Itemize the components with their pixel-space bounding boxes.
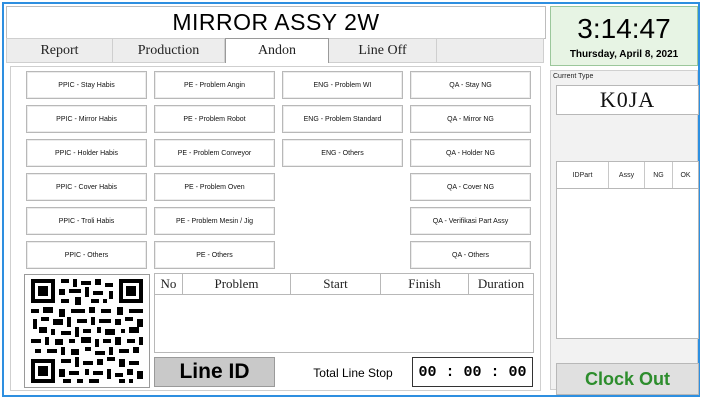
andon-button-ppic-others[interactable]: PPIC - Others xyxy=(26,241,147,269)
parts-table-header: IDPart Assy NG OK xyxy=(557,162,698,189)
current-type-value: K0JA xyxy=(556,85,699,115)
andon-button-ppic-cover[interactable]: PPIC - Cover Habis xyxy=(26,173,147,201)
andon-button-eng-others[interactable]: ENG - Others xyxy=(282,139,403,167)
qr-code xyxy=(24,274,150,388)
andon-button-qa-holder[interactable]: QA - Holder NG xyxy=(410,139,531,167)
andon-button-eng-standard[interactable]: ENG - Problem Standard xyxy=(282,105,403,133)
column-header-idpart[interactable]: IDPart xyxy=(557,162,609,188)
clock-time: 3:14:47 xyxy=(577,13,671,44)
column-header-start[interactable]: Start xyxy=(291,274,381,294)
tab-andon[interactable]: Andon xyxy=(225,38,329,63)
andon-button-qa-others[interactable]: QA - Others xyxy=(410,241,531,269)
parts-table: IDPart Assy NG OK xyxy=(556,161,699,339)
andon-button-pe-angin[interactable]: PE - Problem Angin xyxy=(154,71,275,99)
clock-date: Thursday, April 8, 2021 xyxy=(569,49,679,60)
current-type-label: Current Type xyxy=(553,73,594,80)
column-header-problem[interactable]: Problem xyxy=(183,274,291,294)
total-line-stop-label: Total Line Stop xyxy=(313,366,393,380)
page-title: MIRROR ASSY 2W xyxy=(6,6,546,39)
tab-bar: Report Production Andon Line Off xyxy=(6,38,544,63)
andon-button-qa-stay[interactable]: QA - Stay NG xyxy=(410,71,531,99)
total-line-stop-timer: 00 : 00 : 00 xyxy=(412,357,533,387)
andon-button-qa-verifikasi[interactable]: QA - Verifikasi Part Assy xyxy=(410,207,531,235)
tab-production[interactable]: Production xyxy=(113,39,225,62)
andon-button-pe-oven[interactable]: PE - Problem Oven xyxy=(154,173,275,201)
andon-button-eng-wi[interactable]: ENG - Problem WI xyxy=(282,71,403,99)
andon-button-ppic-holder[interactable]: PPIC - Holder Habis xyxy=(26,139,147,167)
tab-report[interactable]: Report xyxy=(7,39,113,62)
column-header-duration[interactable]: Duration xyxy=(469,274,533,294)
andon-button-qa-cover[interactable]: QA - Cover NG xyxy=(410,173,531,201)
column-header-no[interactable]: No xyxy=(155,274,183,294)
clock-out-button[interactable]: Clock Out xyxy=(556,363,699,395)
line-id-button[interactable]: Line ID xyxy=(154,357,275,387)
problem-table: No Problem Start Finish Duration xyxy=(154,273,534,353)
andon-button-pe-mesin-jig[interactable]: PE - Problem Mesin / Jig xyxy=(154,207,275,235)
column-header-ok[interactable]: OK xyxy=(673,162,698,188)
column-header-ng[interactable]: NG xyxy=(645,162,673,188)
andon-button-ppic-troli[interactable]: PPIC - Troli Habis xyxy=(26,207,147,235)
clock-panel: 3:14:47 Thursday, April 8, 2021 xyxy=(550,6,698,66)
andon-button-pe-conveyor[interactable]: PE - Problem Conveyor xyxy=(154,139,275,167)
problem-table-header: No Problem Start Finish Duration xyxy=(155,274,533,295)
andon-button-qa-mirror[interactable]: QA - Mirror NG xyxy=(410,105,531,133)
tab-line-off[interactable]: Line Off xyxy=(329,39,437,62)
andon-button-ppic-mirror[interactable]: PPIC - Mirror Habis xyxy=(26,105,147,133)
column-header-finish[interactable]: Finish xyxy=(381,274,469,294)
andon-button-ppic-stay[interactable]: PPIC - Stay Habis xyxy=(26,71,147,99)
qr-code-icon xyxy=(31,279,143,383)
andon-button-pe-others[interactable]: PE - Others xyxy=(154,241,275,269)
column-header-assy[interactable]: Assy xyxy=(609,162,645,188)
andon-button-pe-robot[interactable]: PE - Problem Robot xyxy=(154,105,275,133)
